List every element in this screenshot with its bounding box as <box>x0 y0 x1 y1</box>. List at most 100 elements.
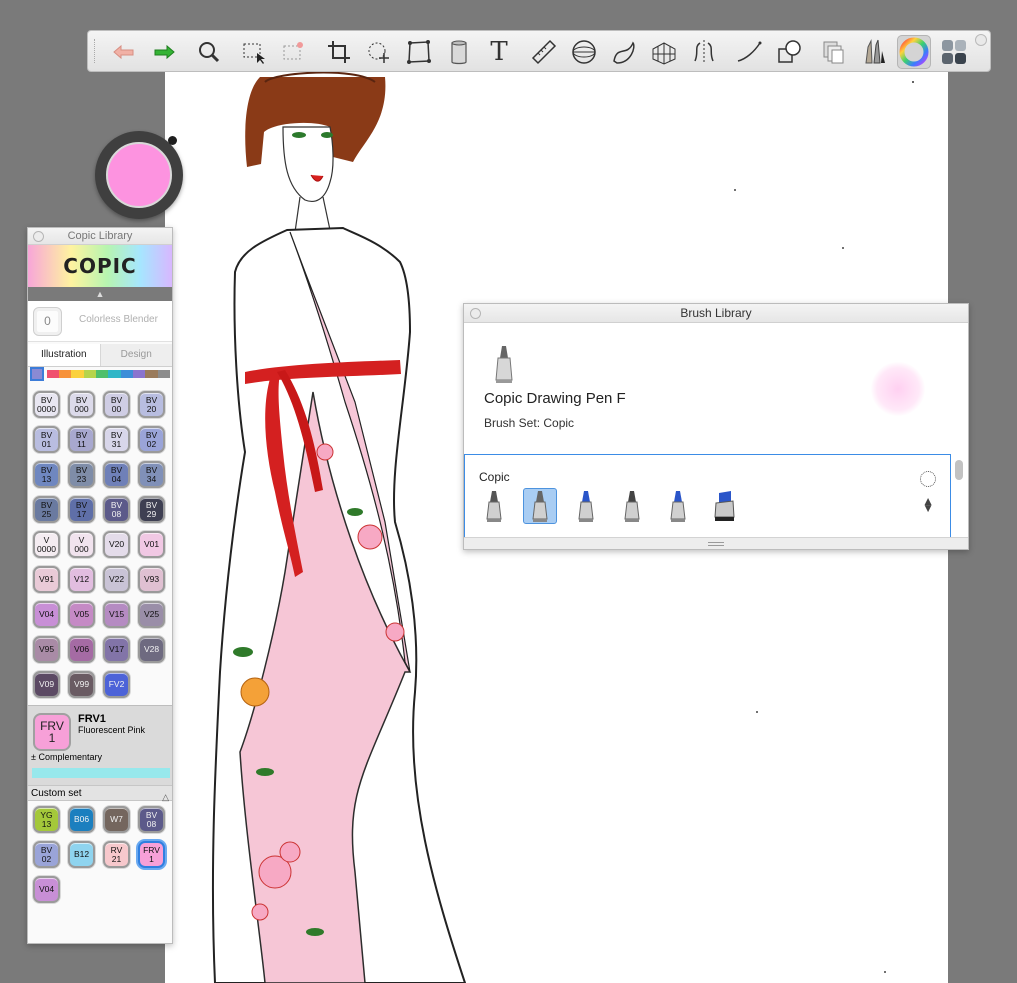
tab-illustration[interactable]: Illustration <box>28 344 100 366</box>
brush-library-button[interactable] <box>857 35 891 69</box>
marker-chip[interactable]: BV 01 <box>33 426 60 453</box>
marker-chip[interactable]: V 0000 <box>33 531 60 558</box>
brush-library-resize-bar[interactable] <box>464 537 968 549</box>
ruler-button[interactable] <box>527 35 561 69</box>
marker-chip[interactable]: BV 29 <box>138 496 165 523</box>
hue-swatch[interactable] <box>133 370 146 378</box>
marker-chip[interactable]: FV2 <box>103 671 130 698</box>
fill-button[interactable] <box>442 35 476 69</box>
copic-library-close-button[interactable] <box>33 231 44 242</box>
toolbar-grip[interactable] <box>94 39 98 63</box>
marker-chip[interactable]: V99 <box>68 671 95 698</box>
marker-chip[interactable]: BV 13 <box>33 461 60 488</box>
marker-chip[interactable]: V93 <box>138 566 165 593</box>
shapes-button[interactable] <box>772 35 806 69</box>
colorless-blender-chip[interactable]: 0 <box>33 307 62 336</box>
stroke-button[interactable] <box>732 35 766 69</box>
marker-chip[interactable]: BV 08 <box>103 496 130 523</box>
color-wheel-button[interactable] <box>897 35 931 69</box>
layers-button[interactable] <box>817 35 851 69</box>
toolbar-close-button[interactable] <box>975 34 987 46</box>
marker-chip[interactable]: V05 <box>68 601 95 628</box>
crop-button[interactable] <box>322 35 356 69</box>
marker-chip[interactable]: V20 <box>103 531 130 558</box>
selection-button[interactable] <box>237 35 271 69</box>
marker-chip[interactable]: V17 <box>103 636 130 663</box>
marker-chip[interactable]: V 000 <box>68 531 95 558</box>
current-color-swatch[interactable] <box>106 142 172 208</box>
text-button[interactable]: T <box>482 35 516 69</box>
marker-chip[interactable]: BV 34 <box>138 461 165 488</box>
hue-swatch[interactable] <box>157 370 170 378</box>
marker-chip[interactable]: BV 02 <box>138 426 165 453</box>
brush-item[interactable] <box>707 488 741 524</box>
marker-chip[interactable]: BV 20 <box>138 391 165 418</box>
brush-item[interactable] <box>661 488 695 524</box>
marker-chip[interactable]: V91 <box>33 566 60 593</box>
hue-swatch[interactable] <box>83 370 97 378</box>
brush-item[interactable] <box>477 488 511 524</box>
hue-swatch[interactable] <box>96 370 109 378</box>
marker-chip[interactable]: YG 13 <box>33 806 60 833</box>
transform-button[interactable] <box>362 35 396 69</box>
hue-swatch[interactable] <box>46 370 60 378</box>
redo-button[interactable] <box>147 35 181 69</box>
hue-filter-strip[interactable] <box>30 367 170 381</box>
brush-item[interactable] <box>615 488 649 524</box>
marker-chip[interactable]: BV 11 <box>68 426 95 453</box>
distort-button[interactable] <box>402 35 436 69</box>
brush-library-close-button[interactable] <box>470 308 481 319</box>
marker-chip[interactable]: V04 <box>33 876 60 903</box>
marker-chip[interactable]: V28 <box>138 636 165 663</box>
copic-library-titlebar[interactable]: Copic Library <box>28 228 172 245</box>
complementary-color-bar[interactable] <box>32 768 170 778</box>
french-curve-button[interactable] <box>607 35 641 69</box>
marker-chip[interactable]: V22 <box>103 566 130 593</box>
brush-scrollbar[interactable] <box>955 457 965 537</box>
current-marker-chip[interactable]: FRV 1 <box>33 713 71 751</box>
hue-swatch[interactable] <box>108 370 121 378</box>
marker-chip[interactable]: V15 <box>103 601 130 628</box>
marker-chip[interactable]: BV 00 <box>103 391 130 418</box>
marker-chip[interactable]: BV 23 <box>68 461 95 488</box>
marker-chip[interactable]: BV 0000 <box>33 391 60 418</box>
marker-chip[interactable]: B06 <box>68 806 95 833</box>
sort-icon[interactable]: ▲ ▼ <box>922 495 934 514</box>
marker-chip[interactable]: BV 17 <box>68 496 95 523</box>
marker-chip[interactable]: V04 <box>33 601 60 628</box>
ellipse-guide-button[interactable] <box>567 35 601 69</box>
marker-chip[interactable]: BV 02 <box>33 841 60 868</box>
brush-item[interactable] <box>569 488 603 524</box>
hue-swatch[interactable] <box>120 370 134 378</box>
perspective-button[interactable] <box>647 35 681 69</box>
refresh-icon[interactable] <box>920 471 936 487</box>
marker-chip[interactable]: BV 25 <box>33 496 60 523</box>
hue-swatch[interactable] <box>59 370 72 378</box>
marker-chip[interactable]: B12 <box>68 841 95 868</box>
marker-chip[interactable]: V25 <box>138 601 165 628</box>
symmetry-button[interactable] <box>687 35 721 69</box>
magic-wand-button[interactable] <box>277 35 311 69</box>
hue-swatch[interactable] <box>71 370 84 378</box>
brush-library-titlebar[interactable]: Brush Library <box>464 304 968 323</box>
copic-library-button[interactable] <box>937 35 971 69</box>
colorless-blender-row[interactable]: 0 Colorless Blender <box>28 301 172 342</box>
complementary-label[interactable]: ± Complementary <box>31 752 102 762</box>
tab-design[interactable]: Design <box>99 344 172 366</box>
marker-chip[interactable]: BV 08 <box>138 806 165 833</box>
marker-chip[interactable]: V09 <box>33 671 60 698</box>
brush-item[interactable] <box>523 488 557 524</box>
color-puck[interactable] <box>95 131 183 219</box>
marker-chip[interactable]: BV 000 <box>68 391 95 418</box>
custom-set-header[interactable]: Custom set △ <box>28 785 172 802</box>
marker-chip[interactable]: V12 <box>68 566 95 593</box>
undo-button[interactable] <box>107 35 141 69</box>
hue-swatch-selected[interactable] <box>30 367 44 381</box>
zoom-button[interactable] <box>192 35 226 69</box>
marker-chip[interactable]: W7 <box>103 806 130 833</box>
marker-chip[interactable]: V01 <box>138 531 165 558</box>
triangle-up-icon[interactable]: △ <box>162 789 169 805</box>
collapse-toggle[interactable]: ▲ <box>28 287 172 301</box>
marker-chip[interactable]: V95 <box>33 636 60 663</box>
marker-chip[interactable]: FRV 1 <box>138 841 165 868</box>
